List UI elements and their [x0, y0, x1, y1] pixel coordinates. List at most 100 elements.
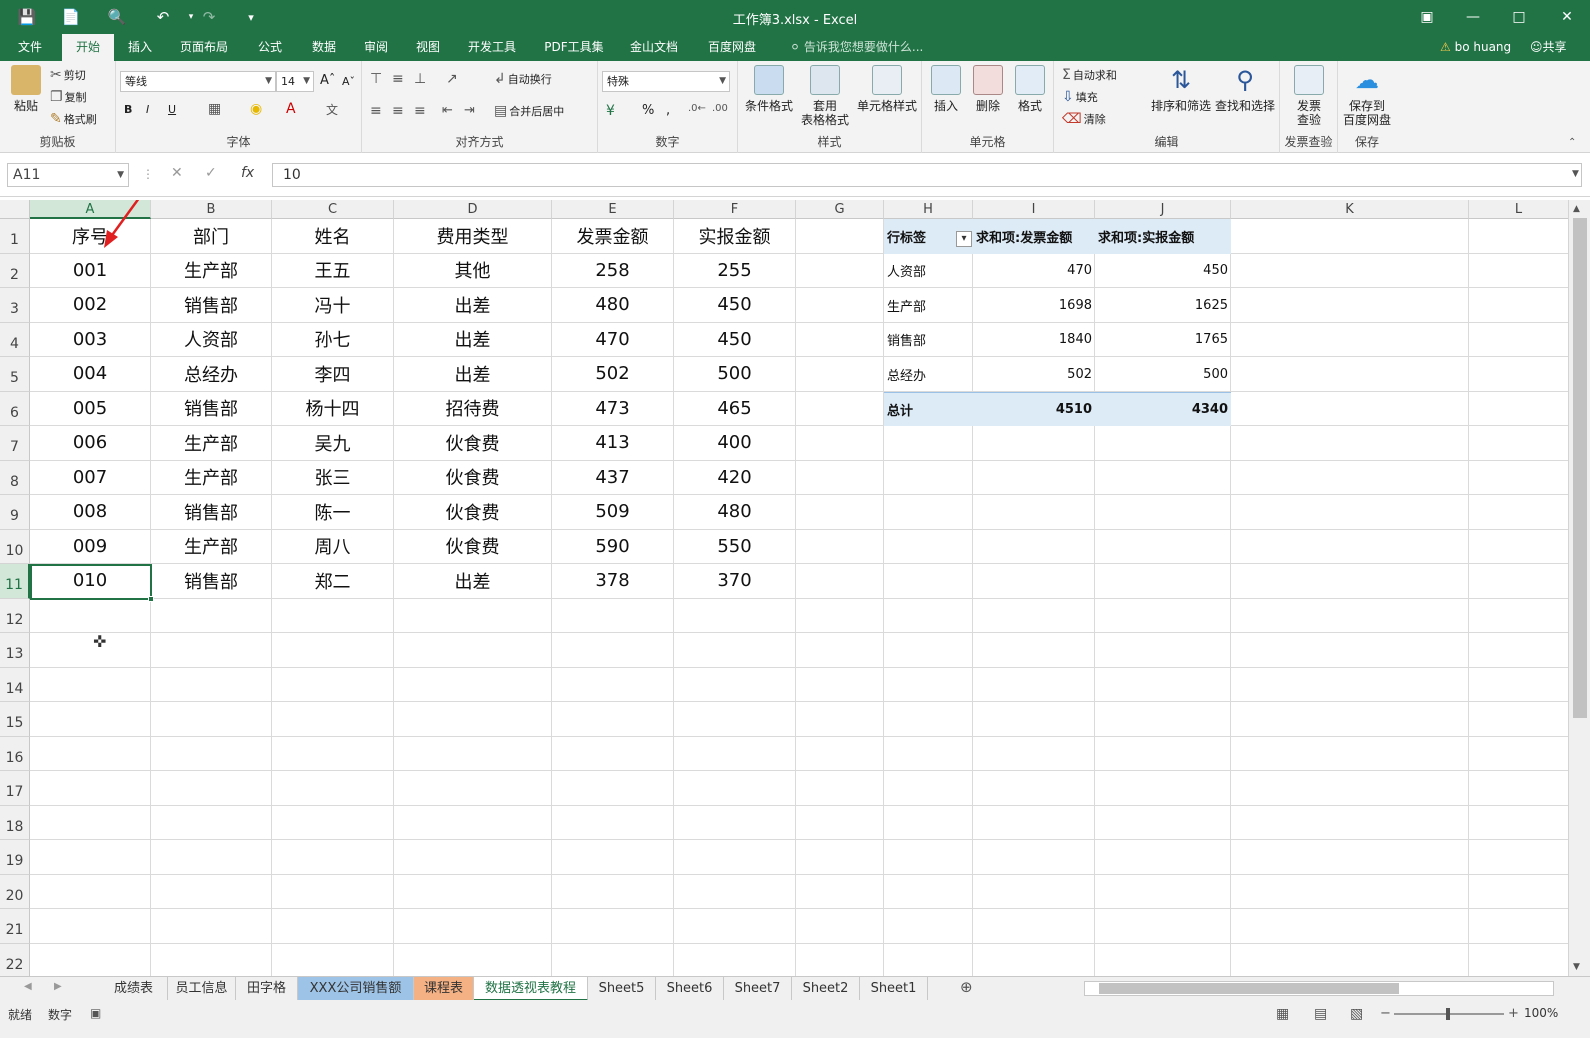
- cell-c11[interactable]: 郑二: [272, 564, 394, 599]
- cell-f17[interactable]: [674, 771, 796, 806]
- percent-button[interactable]: %: [642, 103, 654, 118]
- cell-l5[interactable]: [1469, 357, 1568, 392]
- conditional-format-button[interactable]: 条件格式: [742, 65, 796, 113]
- row-header-13[interactable]: 13: [0, 633, 30, 668]
- delete-cells-button[interactable]: 删除: [968, 65, 1008, 113]
- ribbon-display-icon[interactable]: ▣: [1404, 0, 1450, 34]
- cell-l21[interactable]: [1469, 909, 1568, 944]
- cell-c9[interactable]: 陈一: [272, 495, 394, 530]
- name-box[interactable]: A11 ▼: [7, 163, 129, 187]
- share-button[interactable]: ☺共享: [1530, 34, 1567, 61]
- cell-h19[interactable]: [884, 840, 973, 875]
- cell-b10[interactable]: 生产部: [151, 529, 272, 564]
- cell-c22[interactable]: [272, 943, 394, 976]
- cell-c12[interactable]: [272, 598, 394, 633]
- italic-button[interactable]: I: [146, 103, 149, 116]
- row-header-9[interactable]: 9: [0, 495, 30, 530]
- cell-f7[interactable]: 400: [674, 426, 796, 461]
- cell-i17[interactable]: [973, 771, 1095, 806]
- tab-developer[interactable]: 开发工具: [458, 34, 526, 61]
- cell-l15[interactable]: [1469, 702, 1568, 737]
- pivot-row-label[interactable]: 人资部: [884, 254, 973, 289]
- cell-i18[interactable]: [973, 805, 1095, 840]
- cell-d20[interactable]: [394, 874, 552, 909]
- tab-page-layout[interactable]: 页面布局: [170, 34, 238, 61]
- cell-f10[interactable]: 550: [674, 529, 796, 564]
- cell-e1[interactable]: 发票金额: [552, 219, 674, 254]
- cell-e19[interactable]: [552, 840, 674, 875]
- cell-l18[interactable]: [1469, 806, 1568, 840]
- column-header-f[interactable]: F: [674, 200, 796, 219]
- row-header-3[interactable]: 3: [0, 288, 30, 323]
- cell-k18[interactable]: [1231, 805, 1469, 840]
- cell-d6[interactable]: 招待费: [394, 391, 552, 426]
- cell-g14[interactable]: [796, 667, 884, 702]
- column-header-h[interactable]: H: [884, 200, 973, 219]
- cell-g13[interactable]: [796, 633, 884, 668]
- cell-g21[interactable]: [796, 909, 884, 944]
- cell-e21[interactable]: [552, 909, 674, 944]
- cell-d7[interactable]: 伙食费: [394, 426, 552, 461]
- cell-a14[interactable]: [30, 667, 151, 702]
- tab-baidu-netdisk[interactable]: 百度网盘: [698, 34, 766, 61]
- cell-g3[interactable]: [796, 288, 884, 323]
- column-header-i[interactable]: I: [973, 200, 1095, 219]
- pivot-value-reported[interactable]: 450: [1095, 254, 1231, 289]
- cell-b11[interactable]: 销售部: [151, 564, 272, 599]
- cell-i7[interactable]: [973, 426, 1095, 461]
- cell-j13[interactable]: [1095, 633, 1231, 668]
- cell-e14[interactable]: [552, 667, 674, 702]
- filter-dropdown-icon[interactable]: ▾: [956, 231, 972, 247]
- find-select-button[interactable]: ⚲ 查找和选择: [1214, 65, 1276, 113]
- cell-g19[interactable]: [796, 840, 884, 875]
- next-sheet-icon[interactable]: ▶: [54, 981, 62, 992]
- cell-g12[interactable]: [796, 598, 884, 633]
- cell-a16[interactable]: [30, 736, 151, 771]
- cell-a22[interactable]: [30, 943, 151, 976]
- cell-e3[interactable]: 480: [552, 288, 674, 323]
- cell-d21[interactable]: [394, 909, 552, 944]
- cell-c10[interactable]: 周八: [272, 529, 394, 564]
- cell-j9[interactable]: [1095, 495, 1231, 530]
- cell-f9[interactable]: 480: [674, 495, 796, 530]
- cell-d14[interactable]: [394, 667, 552, 702]
- cell-l19[interactable]: [1469, 840, 1568, 875]
- cell-c19[interactable]: [272, 840, 394, 875]
- cell-i21[interactable]: [973, 909, 1095, 944]
- cell-f8[interactable]: 420: [674, 460, 796, 495]
- cell-b9[interactable]: 销售部: [151, 495, 272, 530]
- cell-g11[interactable]: [796, 564, 884, 599]
- cell-i22[interactable]: [973, 943, 1095, 976]
- page-layout-view-icon[interactable]: ▤: [1314, 1006, 1327, 1022]
- cell-g9[interactable]: [796, 495, 884, 530]
- cell-c4[interactable]: 孙七: [272, 322, 394, 357]
- cell-a5[interactable]: 004: [30, 357, 151, 392]
- cell-h22[interactable]: [884, 943, 973, 976]
- cell-a12[interactable]: [30, 598, 151, 633]
- select-all-corner[interactable]: [0, 200, 30, 219]
- formula-input[interactable]: 10: [272, 163, 1582, 187]
- font-name-select[interactable]: 等线 ▼: [120, 71, 276, 92]
- cell-e16[interactable]: [552, 736, 674, 771]
- sheet-tab-11[interactable]: Sheet1: [860, 977, 928, 1001]
- pivot-header-reported[interactable]: 求和项:实报金额: [1095, 219, 1231, 254]
- cell-b15[interactable]: [151, 702, 272, 737]
- tab-review[interactable]: 审阅: [354, 34, 398, 61]
- cell-l7[interactable]: [1469, 426, 1568, 461]
- decrease-font-icon[interactable]: Aˇ: [342, 75, 355, 88]
- cell-c3[interactable]: 冯十: [272, 288, 394, 323]
- cell-i11[interactable]: [973, 564, 1095, 599]
- tab-view[interactable]: 视图: [406, 34, 450, 61]
- scroll-up-icon[interactable]: ▲: [1573, 204, 1580, 214]
- cell-b21[interactable]: [151, 909, 272, 944]
- cell-g20[interactable]: [796, 874, 884, 909]
- cell-a15[interactable]: [30, 702, 151, 737]
- cell-d17[interactable]: [394, 771, 552, 806]
- sheet-tab-4[interactable]: XXX公司销售额: [298, 977, 414, 1001]
- fill-button[interactable]: ⇩ 填充: [1062, 89, 1098, 105]
- cell-b22[interactable]: [151, 943, 272, 976]
- cell-k22[interactable]: [1231, 943, 1469, 976]
- cut-button[interactable]: ✂ 剪切: [50, 67, 86, 83]
- cell-e12[interactable]: [552, 598, 674, 633]
- paste-button[interactable]: 粘贴: [6, 65, 46, 113]
